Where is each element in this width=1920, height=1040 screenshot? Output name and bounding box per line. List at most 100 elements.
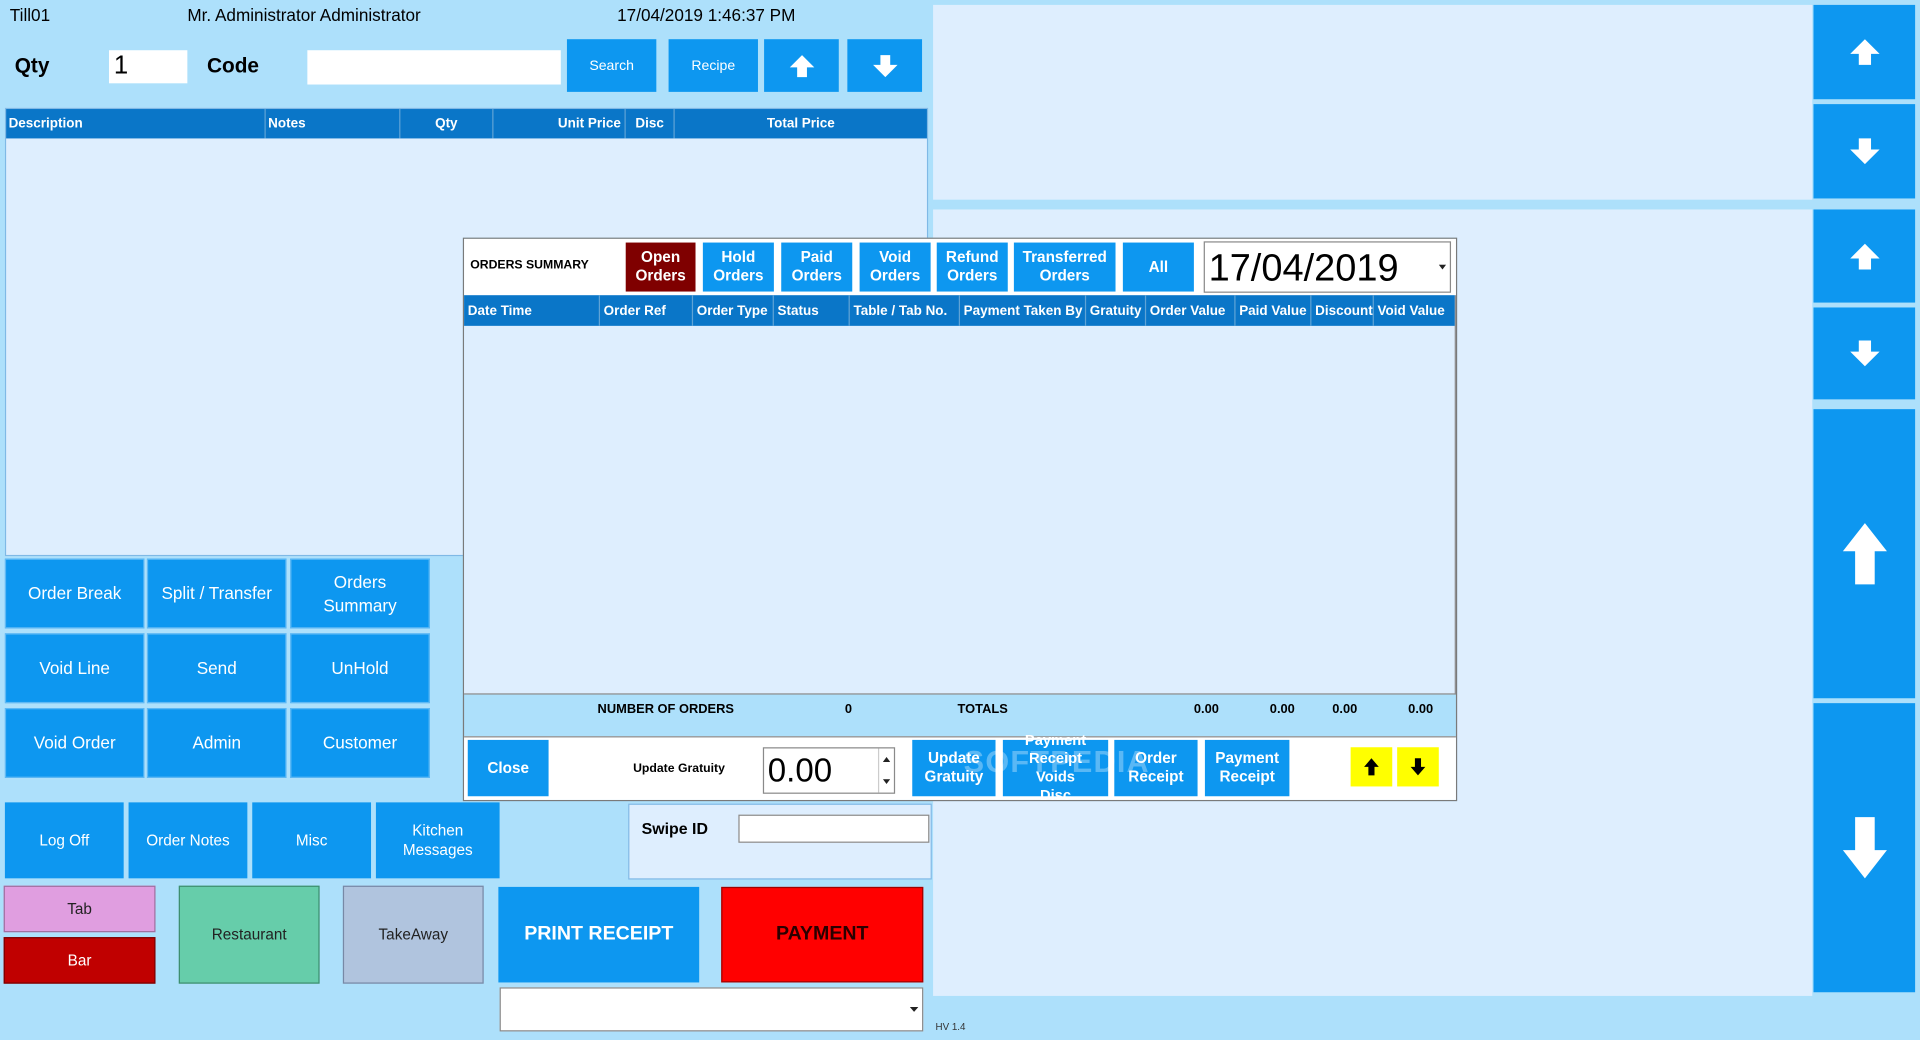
right-mid-down-button[interactable] <box>1813 307 1916 400</box>
qty-input[interactable]: 1 <box>108 50 188 84</box>
col-table-tab-no: Table / Tab No. <box>850 295 961 326</box>
dialog-actions-bar: Close Update Gratuity 0.00 Update Gratui… <box>464 731 1456 804</box>
recipe-button[interactable]: Recipe <box>668 39 758 92</box>
col-qty: Qty <box>400 109 494 139</box>
arrow-down-icon <box>1410 758 1426 776</box>
right-page-down-button[interactable] <box>1813 703 1916 993</box>
split-transfer-button[interactable]: Split / Transfer <box>146 558 287 629</box>
tab-button[interactable]: Tab <box>3 885 156 933</box>
void-line-button[interactable]: Void Line <box>4 633 145 704</box>
dialog-title: ORDERS SUMMARY <box>470 258 589 272</box>
arrow-down-icon <box>1849 340 1879 367</box>
totals-label: TOTALS <box>957 701 1008 717</box>
filter-void-orders[interactable]: Void Orders <box>859 242 931 292</box>
filter-hold-orders[interactable]: Hold Orders <box>702 242 774 292</box>
qty-label: Qty <box>14 53 50 78</box>
gratuity-spinner[interactable]: 0.00 <box>762 747 896 794</box>
col-order-type: Order Type <box>693 295 774 326</box>
arrow-up-icon <box>789 54 814 77</box>
dialog-scroll-up-button[interactable] <box>1350 747 1393 787</box>
admin-button[interactable]: Admin <box>146 708 287 778</box>
col-order-ref: Order Ref <box>600 295 694 326</box>
filter-refund-orders[interactable]: Refund Orders <box>936 242 1008 292</box>
dialog-title-bar: ORDERS SUMMARY Open Orders Hold Orders P… <box>464 238 1456 296</box>
gratuity-value: 0.00 <box>767 752 833 789</box>
dropdown-arrow-icon[interactable] <box>1435 243 1450 292</box>
col-payment-taken-by: Payment Taken By <box>960 295 1087 326</box>
pos-window: Till01 Mr. Administrator Administrator 1… <box>0 0 1920 1040</box>
order-break-button[interactable]: Order Break <box>4 558 145 629</box>
user-name: Mr. Administrator Administrator <box>187 4 421 25</box>
dialog-scroll-down-button[interactable] <box>1397 747 1439 787</box>
right-top-down-button[interactable] <box>1813 104 1916 199</box>
orders-summary-dialog: ORDERS SUMMARY Open Orders Hold Orders P… <box>462 237 1458 804</box>
col-gratuity: Gratuity <box>1086 295 1147 326</box>
customer-button[interactable]: Customer <box>290 708 430 778</box>
send-button[interactable]: Send <box>146 633 287 704</box>
order-notes-button[interactable]: Order Notes <box>128 802 248 879</box>
payment-receipt-voids-disc-button[interactable]: Payment Receipt Voids Disc <box>1002 731 1109 804</box>
number-of-orders-value: 0 <box>844 701 853 717</box>
col-discount: Discount <box>1311 295 1374 326</box>
filter-paid-orders[interactable]: Paid Orders <box>781 242 853 292</box>
log-off-button[interactable]: Log Off <box>4 802 124 879</box>
search-button[interactable]: Search <box>566 39 657 92</box>
orders-summary-button[interactable]: Orders Summary <box>290 558 430 629</box>
right-mid-up-button[interactable] <box>1813 209 1916 303</box>
spin-down-icon[interactable] <box>877 770 894 793</box>
col-paid-value: Paid Value <box>1236 295 1312 326</box>
order-lines-header: Description Notes Qty Unit Price Disc To… <box>6 109 927 139</box>
bottom-select[interactable] <box>499 987 924 1032</box>
kitchen-messages-button[interactable]: Kitchen Messages <box>375 802 500 879</box>
void-order-button[interactable]: Void Order <box>4 708 145 778</box>
filter-transferred-orders[interactable]: Transferred Orders <box>1013 242 1116 292</box>
order-receipt-button[interactable]: Order Receipt <box>1114 739 1198 797</box>
col-disc: Disc <box>626 109 675 139</box>
right-page-up-button[interactable] <box>1813 409 1916 699</box>
orders-grid-header: Date Time Order Ref Order Type Status Ta… <box>464 295 1455 326</box>
number-of-orders-label: NUMBER OF ORDERS <box>597 701 734 717</box>
filter-all[interactable]: All <box>1122 242 1194 292</box>
takeaway-button[interactable]: TakeAway <box>342 885 484 984</box>
version-label: HV 1.4 <box>935 1021 966 1033</box>
filter-open-orders[interactable]: Open Orders <box>625 242 696 292</box>
total-void-value: 0.00 <box>1408 701 1434 717</box>
col-void-value: Void Value <box>1377 303 1445 318</box>
date-picker[interactable]: 17/04/2019 <box>1203 241 1452 293</box>
orders-grid[interactable]: Date Time Order Ref Order Type Status Ta… <box>464 295 1456 695</box>
arrow-up-icon <box>1849 243 1879 269</box>
total-discount: 0.00 <box>1332 701 1358 717</box>
arrow-up-icon <box>1364 758 1379 776</box>
scroll-down-button[interactable] <box>847 39 923 92</box>
arrow-up-icon <box>1842 523 1887 585</box>
bar-button[interactable]: Bar <box>3 937 156 984</box>
arrow-down-icon <box>1842 817 1887 879</box>
date-value: 17/04/2019 <box>1208 246 1399 290</box>
right-panel-top <box>933 4 1813 200</box>
close-button[interactable]: Close <box>467 739 549 797</box>
arrow-down-icon <box>1849 138 1879 165</box>
datetime: 17/04/2019 1:46:37 PM <box>617 4 796 25</box>
total-order-value: 0.00 <box>1193 701 1219 717</box>
spin-up-icon[interactable] <box>877 748 894 771</box>
code-input[interactable] <box>307 50 561 85</box>
till-name: Till01 <box>9 4 51 25</box>
col-date-time: Date Time <box>464 295 601 326</box>
payment-button[interactable]: PAYMENT <box>721 886 924 983</box>
restaurant-button[interactable]: Restaurant <box>178 885 320 984</box>
arrow-down-icon <box>872 54 897 77</box>
col-total-price: Total Price <box>766 116 835 132</box>
misc-button[interactable]: Misc <box>252 802 372 879</box>
swipe-id-label: Swipe ID <box>641 819 708 838</box>
col-notes: Notes <box>266 109 401 139</box>
payment-receipt-button[interactable]: Payment Receipt <box>1204 739 1290 797</box>
dropdown-arrow-icon[interactable] <box>905 989 922 1031</box>
scroll-up-button[interactable] <box>764 39 839 92</box>
total-paid-value: 0.00 <box>1269 701 1295 717</box>
right-top-up-button[interactable] <box>1813 4 1916 100</box>
update-gratuity-button[interactable]: Update Gratuity <box>912 739 996 797</box>
unhold-button[interactable]: UnHold <box>290 633 430 704</box>
print-receipt-button[interactable]: PRINT RECEIPT <box>498 886 700 983</box>
code-label: Code <box>206 53 259 78</box>
swipe-id-input[interactable] <box>738 814 930 843</box>
